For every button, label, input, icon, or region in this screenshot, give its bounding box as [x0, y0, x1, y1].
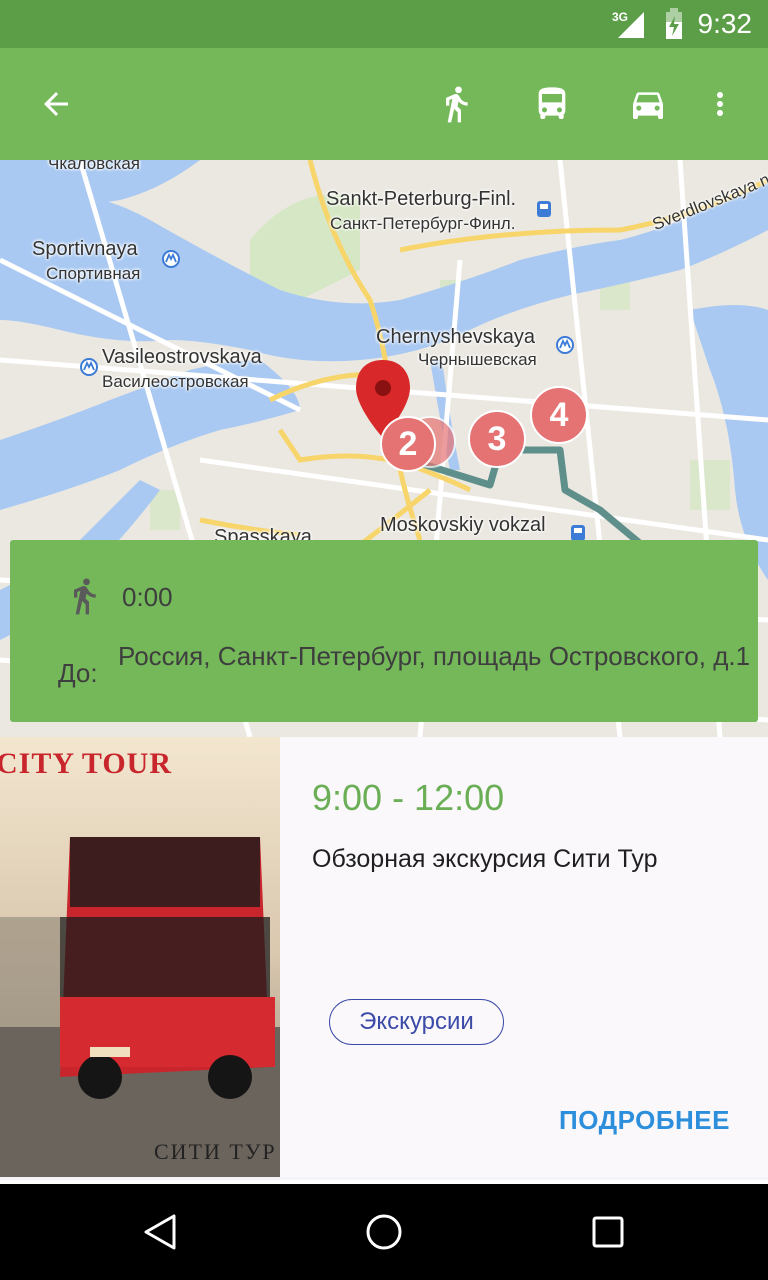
back-arrow-icon — [44, 92, 68, 116]
map-label: Санкт-Петербург-Финл. — [330, 214, 516, 233]
bus-icon — [538, 87, 566, 119]
map-label: Чкаловская — [48, 160, 140, 173]
car-icon — [633, 92, 663, 119]
image-caption-bottom: СИТИ ТУР — [154, 1139, 277, 1164]
car-mode-button[interactable] — [620, 76, 676, 132]
map-label: Moskovskiy vokzal — [380, 514, 546, 536]
route-marker[interactable]: 3 — [468, 410, 526, 468]
system-nav-bar — [0, 1184, 768, 1280]
event-image: CITY TOUR СИТИ ТУР — [0, 737, 280, 1177]
route-info-card: 0:00 До: Россия, Санкт-Петербург, площад… — [10, 540, 758, 722]
map-label: Vasileostrovskaya — [102, 346, 262, 368]
battery-icon — [666, 8, 682, 39]
more-button[interactable]: ПОДРОБНЕЕ — [559, 1105, 730, 1136]
metro-icon — [162, 250, 180, 268]
train-station-icon — [537, 201, 551, 217]
back-nav-button[interactable] — [130, 1202, 190, 1262]
recents-square-icon — [592, 1216, 624, 1248]
event-details[interactable]: 9:00 - 12:00 Обзорная экскурсия Сити Тур… — [280, 737, 768, 1177]
back-button[interactable] — [28, 76, 84, 132]
event-time: 9:00 - 12:00 — [312, 777, 505, 818]
metro-icon — [80, 358, 98, 376]
destination-address: Россия, Санкт-Петербург, площадь Островс… — [118, 641, 751, 671]
overflow-menu-button[interactable] — [692, 76, 748, 132]
map-label: Чернышевская — [418, 350, 537, 369]
more-vert-icon — [717, 92, 723, 116]
metro-icon — [556, 336, 574, 354]
route-marker[interactable]: 2 — [380, 416, 436, 472]
map-label: Sportivnaya — [32, 238, 138, 260]
recents-nav-button[interactable] — [578, 1202, 638, 1262]
map-label: Chernyshevskaya — [376, 326, 535, 348]
event-title: Обзорная экскурсия Сити Тур — [312, 845, 658, 873]
map-label: Sankt-Peterburg-Finl. — [326, 188, 517, 210]
image-caption-top: CITY TOUR — [0, 747, 172, 780]
map-label: Спортивная — [46, 264, 141, 283]
home-circle-icon — [366, 1214, 402, 1250]
destination-label: До: — [58, 658, 98, 688]
map-label: Василеостровская — [102, 372, 249, 391]
back-triangle-icon — [144, 1214, 176, 1250]
walk-icon — [446, 86, 468, 123]
app-bar — [0, 48, 768, 160]
home-nav-button[interactable] — [354, 1202, 414, 1262]
walk-icon — [74, 578, 96, 615]
walk-mode-button[interactable] — [428, 76, 484, 132]
status-bar: 3G 9:32 — [0, 0, 768, 48]
bus-mode-button[interactable] — [524, 76, 580, 132]
category-chip[interactable]: Экскурсии — [329, 999, 504, 1045]
signal-icon — [618, 12, 644, 38]
clock: 9:32 — [697, 8, 753, 39]
route-marker[interactable]: 4 — [530, 386, 588, 444]
route-duration: 0:00 — [122, 582, 173, 612]
